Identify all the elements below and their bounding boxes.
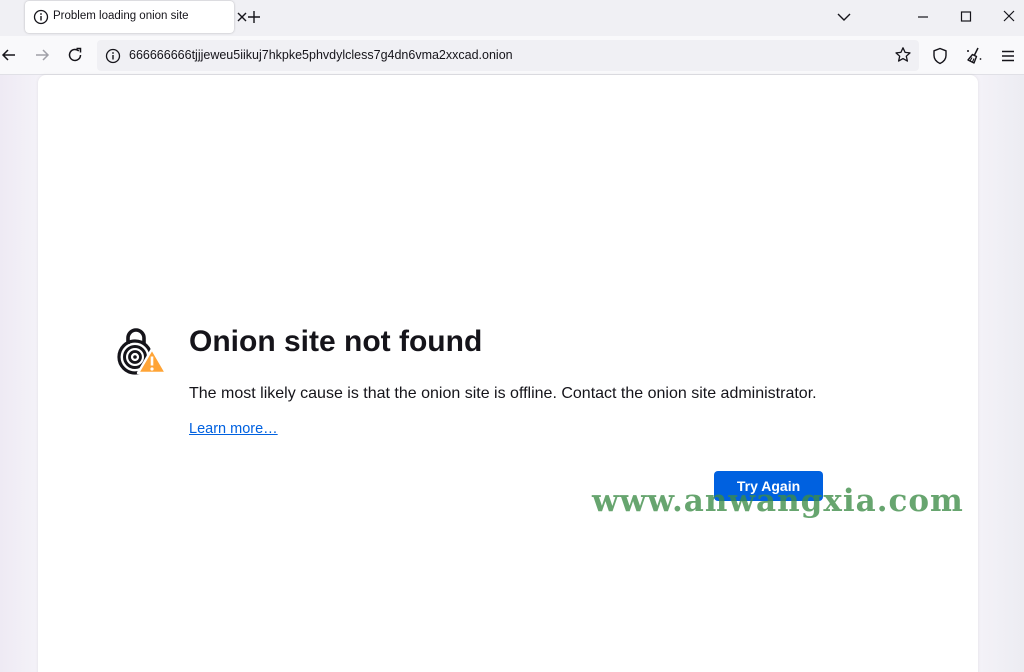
learn-more-link[interactable]: Learn more… xyxy=(189,421,278,437)
hamburger-menu-icon[interactable] xyxy=(999,47,1017,65)
new-identity-broom-icon[interactable] xyxy=(964,46,984,66)
url-text[interactable]: 666666666tjjjeweu5iikuj7hkpke5phvdylcles… xyxy=(129,48,513,62)
error-description: The most likely cause is that the onion … xyxy=(189,385,817,402)
reload-icon[interactable] xyxy=(66,46,84,64)
minimize-icon[interactable] xyxy=(912,7,934,27)
tab-active[interactable]: Problem loading onion site xyxy=(25,1,247,33)
back-arrow-icon[interactable] xyxy=(0,46,18,64)
page-title: Onion site not found xyxy=(189,325,483,358)
bookmark-star-icon[interactable] xyxy=(894,46,912,64)
window-close-icon[interactable] xyxy=(998,7,1020,27)
maximize-icon[interactable] xyxy=(955,7,977,27)
new-tab-icon[interactable] xyxy=(244,7,264,27)
tab-strip: Problem loading onion site xyxy=(0,0,1024,36)
onion-warning-icon xyxy=(117,328,168,375)
error-page-card xyxy=(38,75,978,672)
watermark: www.anwangxia.com xyxy=(592,483,964,519)
shield-icon[interactable] xyxy=(931,47,949,65)
forward-arrow-icon[interactable] xyxy=(33,46,51,64)
chevron-down-icon[interactable] xyxy=(834,7,854,27)
url-bar[interactable]: 666666666tjjjeweu5iikuj7hkpke5phvdylcles… xyxy=(97,40,919,71)
site-info-icon[interactable] xyxy=(105,48,121,64)
info-icon xyxy=(33,9,49,25)
tab-title: Problem loading onion site xyxy=(53,10,189,22)
nav-bar: 666666666tjjjeweu5iikuj7hkpke5phvdylcles… xyxy=(0,36,1024,75)
